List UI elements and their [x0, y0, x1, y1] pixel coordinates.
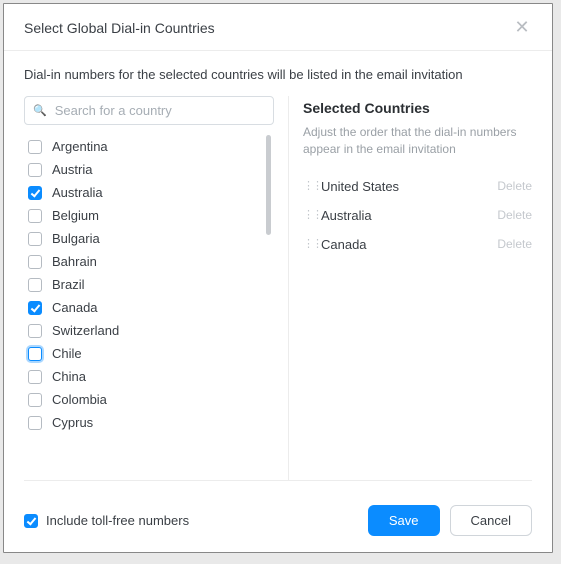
search-input[interactable] [53, 102, 265, 119]
selected-item-label: Canada [321, 237, 497, 252]
country-item[interactable]: Colombia [28, 388, 262, 411]
country-checkbox[interactable] [28, 186, 42, 200]
country-item[interactable]: Canada [28, 296, 262, 319]
country-label: Bulgaria [52, 231, 100, 246]
country-item[interactable]: Bahrain [28, 250, 262, 273]
country-item[interactable]: Bulgaria [28, 227, 262, 250]
country-checkbox[interactable] [28, 140, 42, 154]
modal-body: Dial-in numbers for the selected countri… [4, 51, 552, 491]
drag-handle-icon[interactable]: ⋮⋮ [303, 181, 311, 192]
country-label: Cyprus [52, 415, 93, 430]
delete-button[interactable]: Delete [497, 208, 532, 222]
search-icon: 🔍 [33, 104, 47, 117]
country-checkbox[interactable] [28, 370, 42, 384]
country-item[interactable]: Cyprus [28, 411, 262, 434]
search-field[interactable]: 🔍 [24, 96, 274, 125]
close-icon[interactable]: ✕ [512, 18, 532, 38]
selected-pane: Selected Countries Adjust the order that… [303, 96, 532, 480]
country-checkbox[interactable] [28, 301, 42, 315]
country-item[interactable]: Austria [28, 158, 262, 181]
pane-divider [288, 96, 289, 480]
country-item[interactable]: Australia [28, 181, 262, 204]
scrollbar[interactable] [266, 135, 271, 235]
country-checkbox[interactable] [28, 278, 42, 292]
country-item[interactable]: Argentina [28, 135, 262, 158]
delete-button[interactable]: Delete [497, 179, 532, 193]
selected-item-label: United States [321, 179, 497, 194]
country-item[interactable]: Switzerland [28, 319, 262, 342]
country-label: Colombia [52, 392, 107, 407]
country-checkbox[interactable] [28, 163, 42, 177]
country-label: Canada [52, 300, 98, 315]
save-button[interactable]: Save [368, 505, 440, 536]
country-label: Australia [52, 185, 103, 200]
country-checkbox[interactable] [28, 393, 42, 407]
country-label: Argentina [52, 139, 108, 154]
country-checkbox[interactable] [28, 209, 42, 223]
country-label: Switzerland [52, 323, 119, 338]
country-item[interactable]: Chile [28, 342, 262, 365]
selected-item[interactable]: ⋮⋮ CanadaDelete [303, 230, 532, 259]
country-checkbox[interactable] [28, 347, 42, 361]
country-label: China [52, 369, 86, 384]
country-item[interactable]: Brazil [28, 273, 262, 296]
modal-footer: Include toll-free numbers Save Cancel [4, 491, 552, 552]
selected-item-label: Australia [321, 208, 497, 223]
country-label: Belgium [52, 208, 99, 223]
drag-handle-icon[interactable]: ⋮⋮ [303, 210, 311, 221]
panes: 🔍 Argentina Austria Australia Belgium Bulgar… [24, 96, 532, 481]
cancel-button[interactable]: Cancel [450, 505, 532, 536]
tollfree-option[interactable]: Include toll-free numbers [24, 513, 189, 528]
modal-header: Select Global Dial-in Countries ✕ [4, 4, 552, 51]
country-item[interactable]: China [28, 365, 262, 388]
country-label: Chile [52, 346, 82, 361]
tollfree-label: Include toll-free numbers [46, 513, 189, 528]
country-checkbox[interactable] [28, 255, 42, 269]
drag-handle-icon[interactable]: ⋮⋮ [303, 239, 311, 250]
country-checkbox[interactable] [28, 232, 42, 246]
country-label: Brazil [52, 277, 85, 292]
country-item[interactable]: Belgium [28, 204, 262, 227]
selected-description: Adjust the order that the dial-in number… [303, 124, 532, 158]
country-label: Bahrain [52, 254, 97, 269]
country-checkbox[interactable] [28, 324, 42, 338]
countries-pane: 🔍 Argentina Austria Australia Belgium Bulgar… [24, 96, 274, 480]
country-list: Argentina Austria Australia Belgium Bulgaria… [24, 135, 274, 480]
delete-button[interactable]: Delete [497, 237, 532, 251]
country-checkbox[interactable] [28, 416, 42, 430]
dialin-modal: Select Global Dial-in Countries ✕ Dial-i… [3, 3, 553, 553]
modal-title: Select Global Dial-in Countries [24, 20, 512, 36]
modal-description: Dial-in numbers for the selected countri… [24, 67, 532, 82]
country-label: Austria [52, 162, 92, 177]
selected-item[interactable]: ⋮⋮ United StatesDelete [303, 172, 532, 201]
selected-title: Selected Countries [303, 100, 532, 116]
selected-item[interactable]: ⋮⋮ AustraliaDelete [303, 201, 532, 230]
tollfree-checkbox[interactable] [24, 514, 38, 528]
